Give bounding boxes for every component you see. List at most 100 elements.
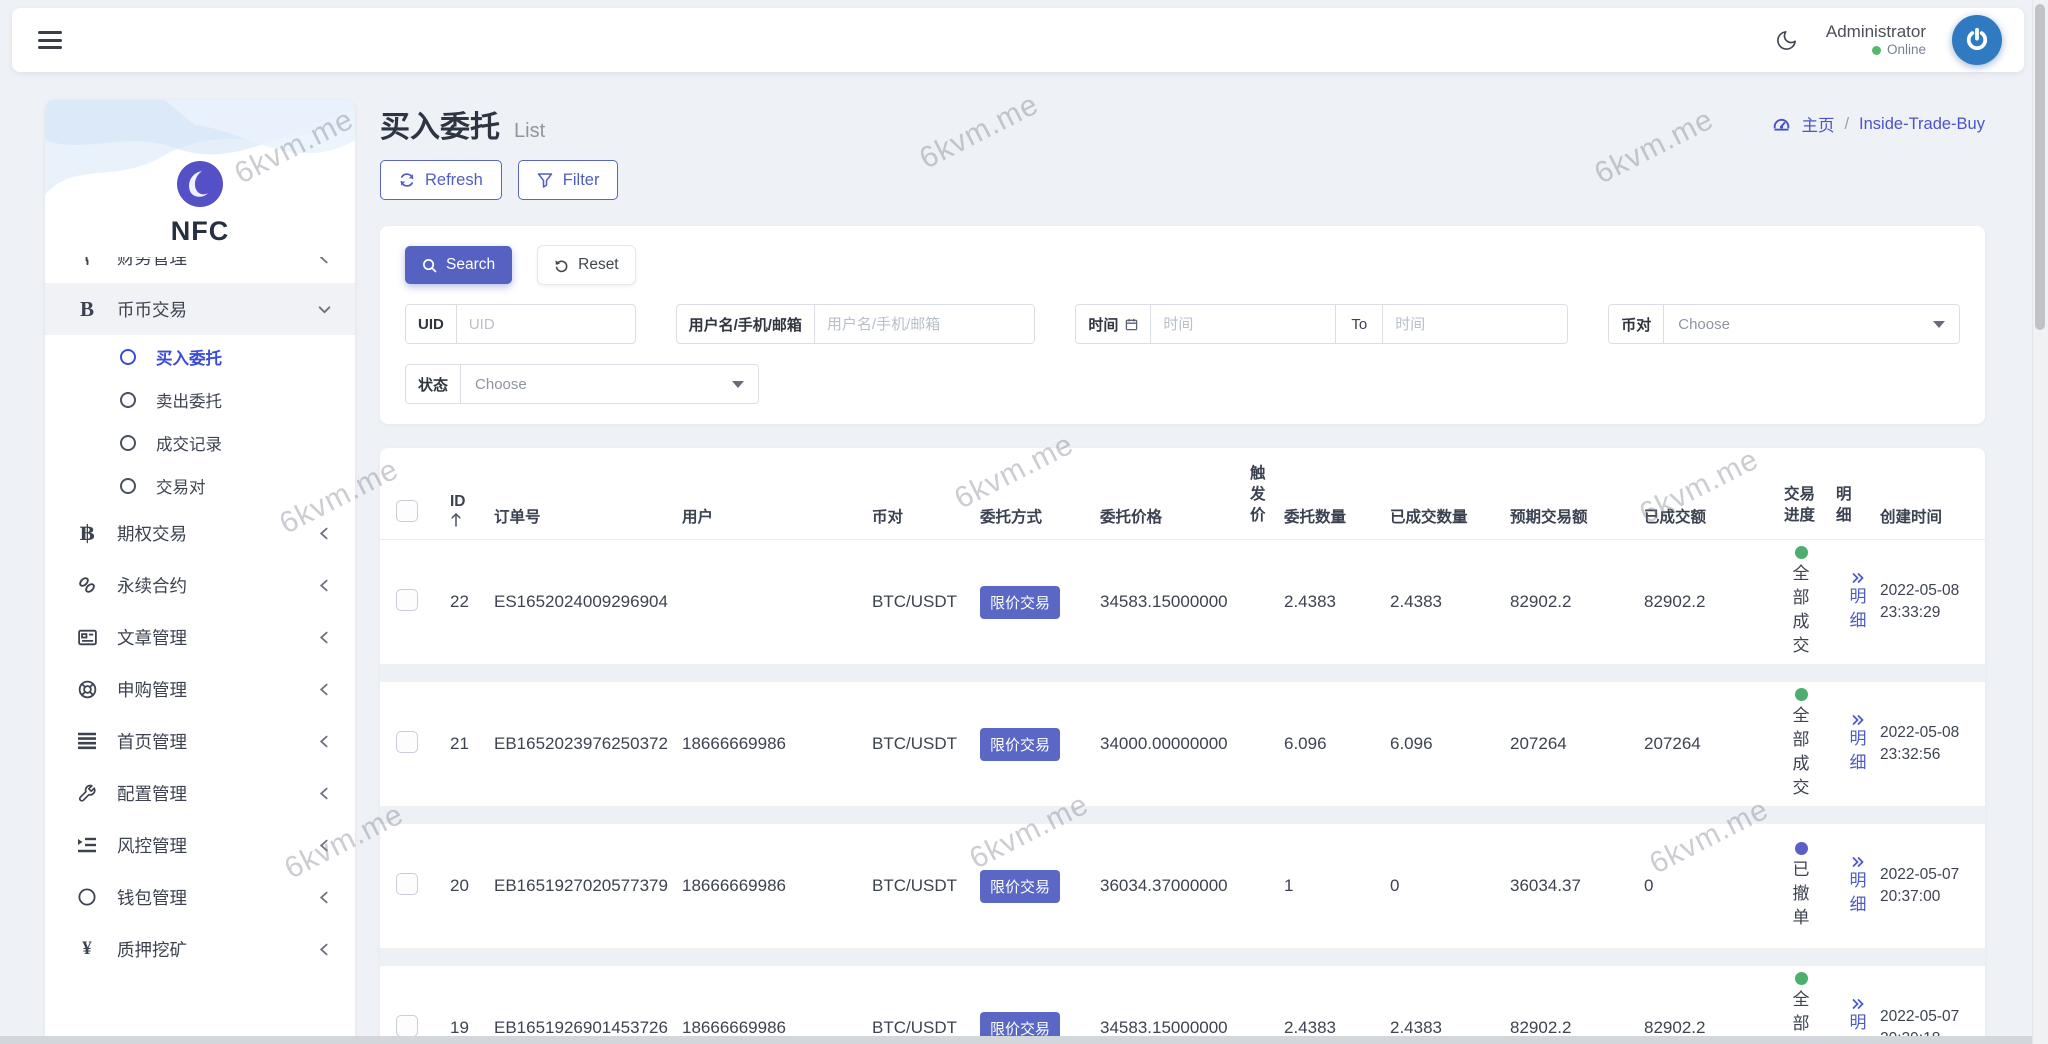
detail-link[interactable]: 明细 xyxy=(1836,714,1880,775)
sidebar-item-options-trade[interactable]: ฿ 期权交易 xyxy=(45,507,355,559)
user-input[interactable] xyxy=(814,305,1035,343)
order-type-badge: 限价交易 xyxy=(980,727,1061,761)
time-to-input[interactable] xyxy=(1383,305,1568,343)
indent-icon xyxy=(75,836,99,854)
col-order-type: 委托方式 xyxy=(980,509,1043,526)
col-checkbox xyxy=(396,500,450,527)
sidebar-item-sell-orders[interactable]: 卖出委托 xyxy=(45,378,355,421)
menu-toggle-button[interactable] xyxy=(38,31,62,49)
breadcrumb-home-link[interactable]: 主页 xyxy=(1801,112,1834,136)
vertical-scrollbar-thumb[interactable] xyxy=(2035,4,2045,330)
status-badge: 全部成交 xyxy=(1784,972,1818,1044)
life-ring-icon xyxy=(75,679,99,700)
uid-input[interactable] xyxy=(456,305,635,343)
double-arrow-icon xyxy=(1851,572,1865,584)
table-row: 21 EB1652023976250372 18666669986 BTC/US… xyxy=(380,682,1985,806)
sort-asc-icon[interactable] xyxy=(450,513,494,527)
user-label: 用户名/手机/邮箱 xyxy=(677,305,815,343)
sidebar-item-subscribe-manage[interactable]: 申购管理 xyxy=(45,663,355,715)
col-progress: 交易进度 xyxy=(1784,486,1816,525)
row-checkbox[interactable] xyxy=(396,1014,418,1037)
horizontal-scrollbar[interactable] xyxy=(0,1036,2032,1044)
chevron-left-icon xyxy=(318,579,331,592)
row-gap xyxy=(380,806,1985,824)
chevron-left-icon xyxy=(318,257,331,264)
dashboard-icon xyxy=(1772,115,1791,134)
reset-button[interactable]: Reset xyxy=(538,246,635,284)
chevron-left-icon xyxy=(318,839,331,852)
dark-mode-toggle[interactable] xyxy=(1774,27,1800,53)
app: Administrator Online NFC 财务管理 B 币币交易 买入委… xyxy=(0,0,2048,1044)
user-status: Online xyxy=(1826,42,1926,59)
sidebar-item-config-manage[interactable]: 配置管理 xyxy=(45,767,355,819)
col-id: ID xyxy=(450,493,494,527)
letter-b-icon: B xyxy=(79,296,94,321)
time-range-group: 时间 To xyxy=(1075,304,1569,344)
vertical-scrollbar-track[interactable] xyxy=(2032,0,2048,1044)
sidebar-item-home-manage[interactable]: 首页管理 xyxy=(45,715,355,767)
sidebar-item-trade-records[interactable]: 成交记录 xyxy=(45,421,355,464)
merge-icon xyxy=(75,257,99,267)
status-badge: 全部成交 xyxy=(1784,546,1818,657)
order-type-badge: 限价交易 xyxy=(980,869,1061,903)
uid-label: UID xyxy=(406,305,457,343)
double-arrow-icon xyxy=(1851,856,1865,868)
created-time: 2022-05-08 23:33:29 xyxy=(1880,581,1960,621)
row-gap xyxy=(380,948,1985,966)
row-checkbox[interactable] xyxy=(396,872,418,895)
col-pair: 币对 xyxy=(872,509,904,526)
table-header: ID 订单号 用户 币对 委托方式 委托价格 触发价 委托数量 已成交数量 预期… xyxy=(380,448,1985,540)
logo-icon xyxy=(176,160,224,208)
pair-select[interactable]: Choose xyxy=(1664,305,1959,343)
time-to-label: To xyxy=(1335,305,1384,343)
sidebar-item-wallet-manage[interactable]: 钱包管理 xyxy=(45,871,355,923)
refresh-button[interactable]: Refresh xyxy=(380,160,502,200)
breadcrumb: 主页 / Inside-Trade-Buy xyxy=(1772,112,1985,136)
order-type-badge: 限价交易 xyxy=(980,585,1061,619)
sidebar-item-finance[interactable]: 财务管理 xyxy=(45,257,355,283)
row-gap xyxy=(380,664,1985,682)
sidebar-item-buy-orders[interactable]: 买入委托 xyxy=(45,335,355,378)
avatar[interactable] xyxy=(1952,15,2002,65)
table-row: 22 ES1652024009296904 BTC/USDT 限价交易 3458… xyxy=(380,540,1985,664)
status-dot-icon xyxy=(1794,688,1808,702)
status-dot-icon xyxy=(1794,842,1808,856)
topbar: Administrator Online xyxy=(12,8,2024,72)
status-select[interactable]: Choose xyxy=(461,365,758,403)
orders-table: ID 订单号 用户 币对 委托方式 委托价格 触发价 委托数量 已成交数量 预期… xyxy=(380,448,1985,1044)
caret-down-icon xyxy=(1933,320,1946,328)
detail-link[interactable]: 明细 xyxy=(1836,572,1880,633)
double-arrow-icon xyxy=(1851,714,1865,726)
sidebar-item-perpetual-contract[interactable]: 永续合约 xyxy=(45,559,355,611)
funnel-icon xyxy=(537,172,553,188)
sidebar-item-article-manage[interactable]: 文章管理 xyxy=(45,611,355,663)
page-title: 买入委托 xyxy=(380,111,500,144)
lines-icon xyxy=(75,732,99,750)
sidebar-item-spot-trade[interactable]: B 币币交易 xyxy=(45,283,355,335)
filter-panel: Search Reset UID 用户名/手机/邮箱 xyxy=(380,226,1985,424)
breadcrumb-current: Inside-Trade-Buy xyxy=(1859,114,1985,133)
search-button[interactable]: Search xyxy=(405,246,513,284)
sidebar-item-staking-mining[interactable]: ¥ 质押挖矿 xyxy=(45,923,355,975)
col-detail: 明细 xyxy=(1836,486,1852,525)
circle-icon xyxy=(75,887,99,907)
chevron-down-icon xyxy=(318,303,331,316)
time-from-input[interactable] xyxy=(1151,305,1336,343)
moon-icon xyxy=(1775,29,1798,52)
uid-field-group: UID xyxy=(405,304,636,344)
status-badge: 已撤单 xyxy=(1784,842,1818,929)
logo: NFC xyxy=(45,100,355,247)
row-checkbox[interactable] xyxy=(396,730,418,753)
filter-button[interactable]: Filter xyxy=(517,160,619,200)
sidebar-item-trading-pairs[interactable]: 交易对 xyxy=(45,464,355,507)
sidebar-item-risk-manage[interactable]: 风控管理 xyxy=(45,819,355,871)
calendar-icon xyxy=(1125,318,1138,331)
status-badge: 全部成交 xyxy=(1784,688,1818,799)
detail-link[interactable]: 明细 xyxy=(1836,856,1880,917)
select-all-checkbox[interactable] xyxy=(396,500,418,522)
col-price: 委托价格 xyxy=(1100,509,1163,526)
pair-field-group: 币对 Choose xyxy=(1608,304,1961,344)
row-checkbox[interactable] xyxy=(396,588,418,611)
logo-text: NFC xyxy=(170,216,230,246)
col-created: 创建时间 xyxy=(1880,509,1943,526)
